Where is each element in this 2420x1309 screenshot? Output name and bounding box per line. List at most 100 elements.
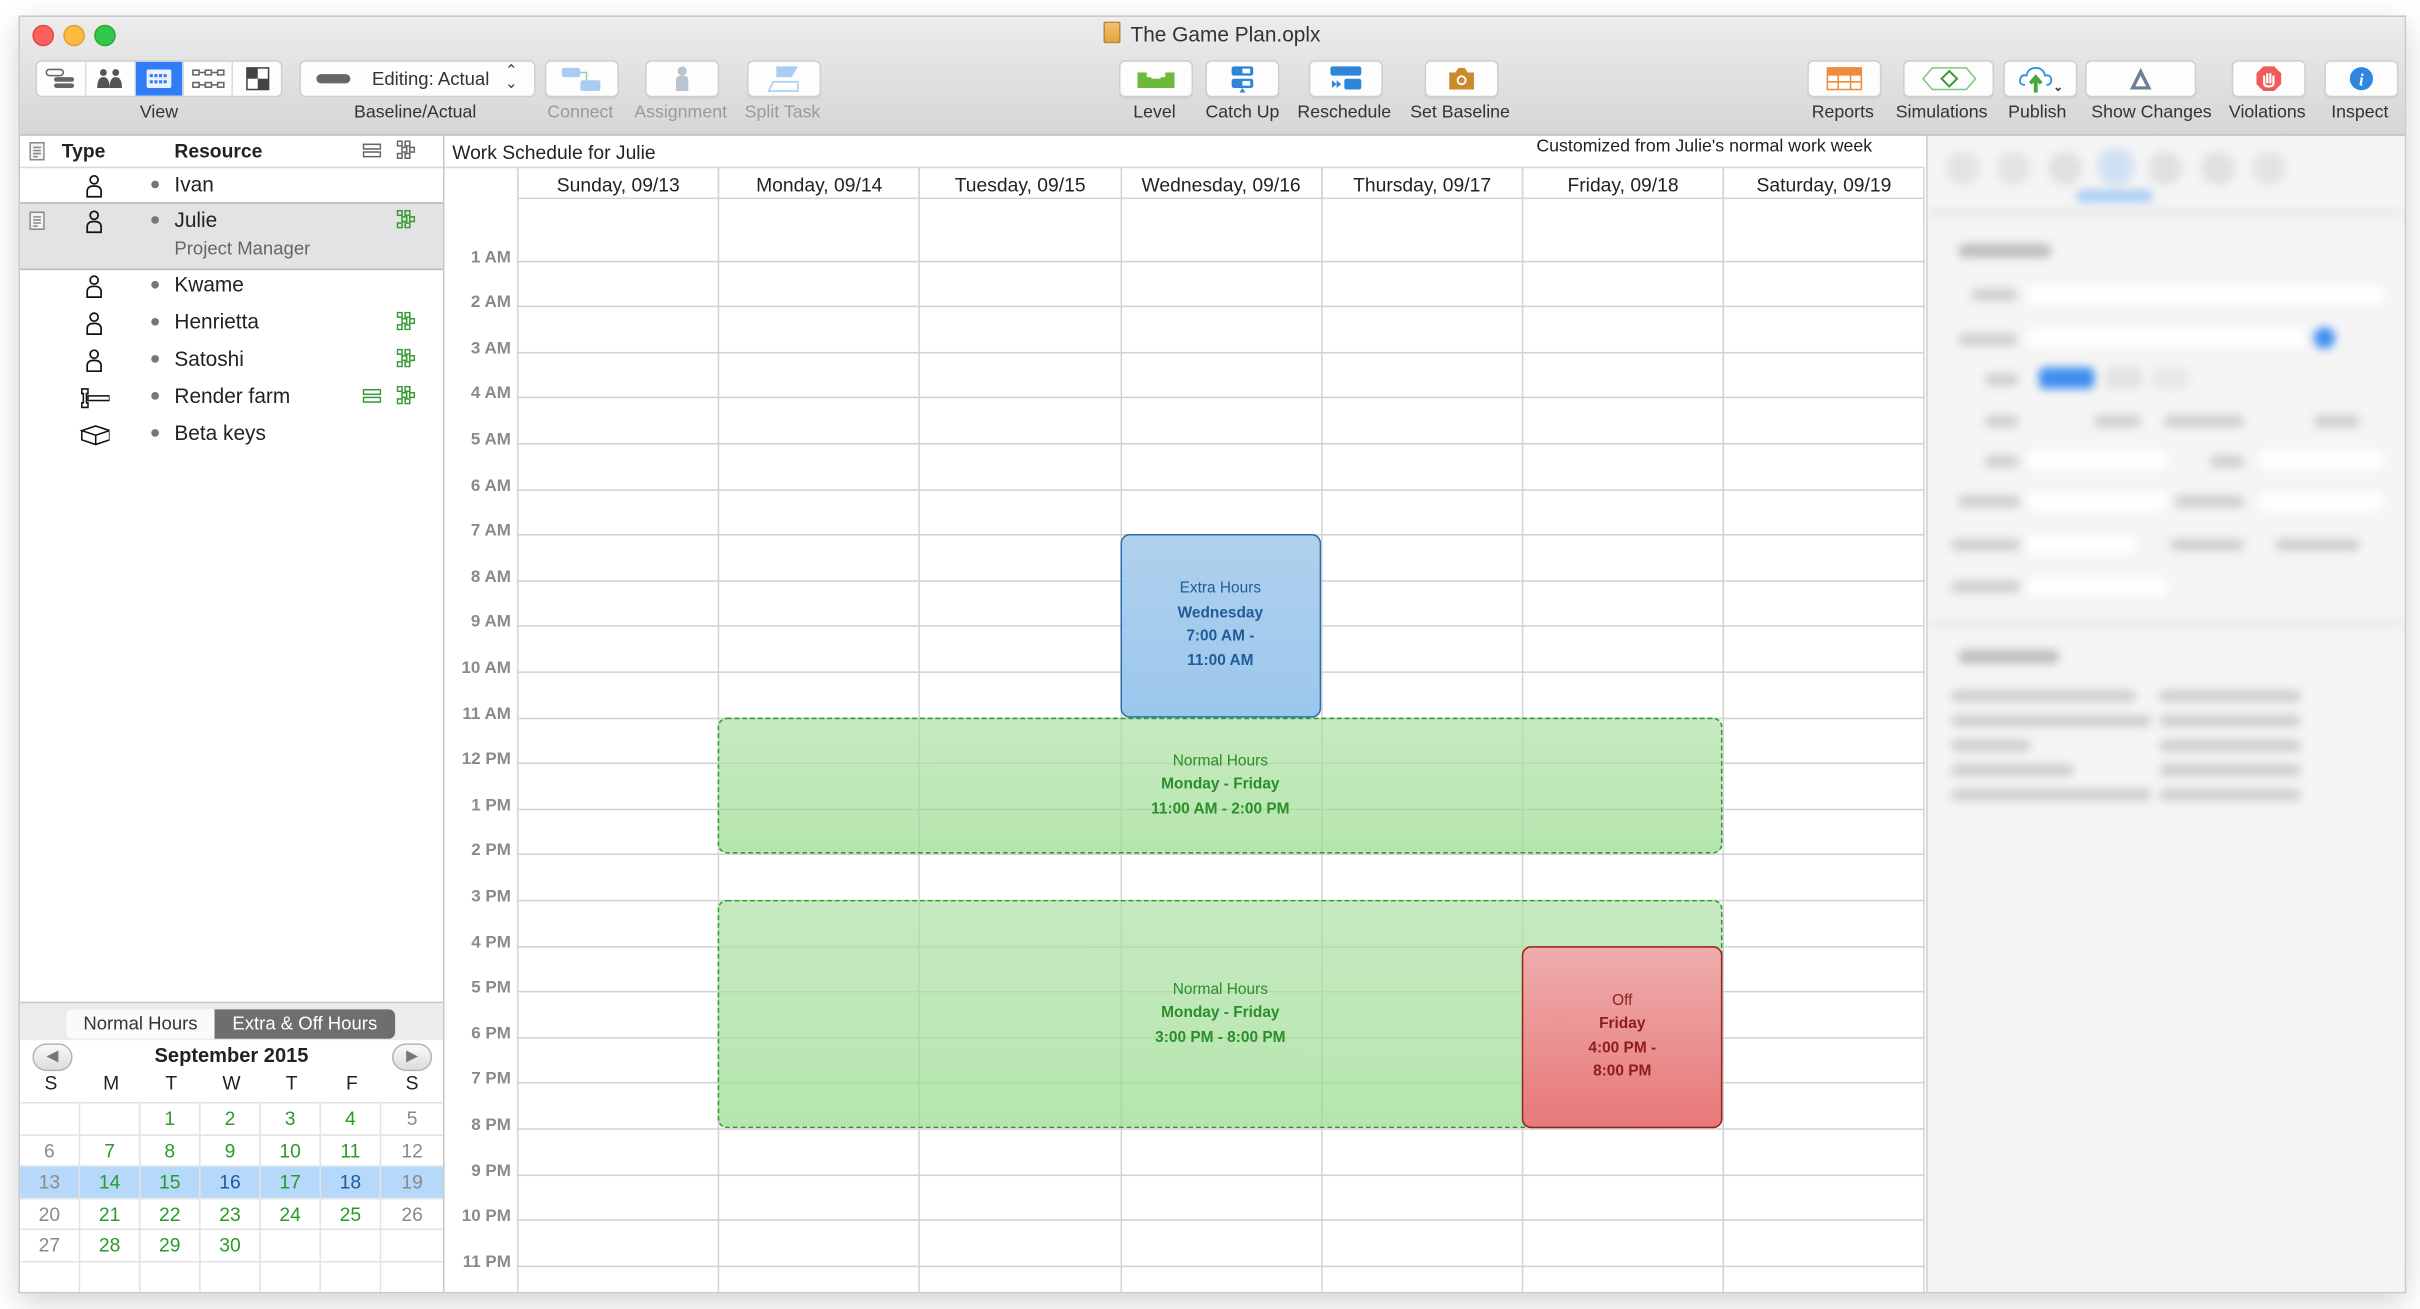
calendar-day[interactable]: 30 — [200, 1230, 261, 1262]
violations-button[interactable] — [2231, 60, 2306, 98]
calendar-day[interactable]: 27 — [20, 1230, 81, 1262]
day-header[interactable]: Thursday, 09/17 — [1320, 168, 1522, 200]
calendar-day[interactable]: 22 — [140, 1198, 201, 1231]
next-month-button[interactable]: ▶ — [392, 1043, 433, 1072]
inspector-tab-icon[interactable] — [1946, 151, 1981, 186]
calendar-day[interactable]: 25 — [321, 1198, 382, 1231]
calendar-column-icon[interactable] — [396, 140, 416, 159]
inspector-segment[interactable] — [2105, 367, 2143, 389]
simulations-button[interactable] — [1903, 60, 1995, 98]
inspector-tab-icon[interactable] — [2148, 151, 2183, 186]
resource-row[interactable]: Julie Project Manager — [20, 202, 443, 271]
day-header[interactable]: Saturday, 09/19 — [1722, 168, 1924, 200]
inspector-field[interactable] — [2259, 450, 2384, 470]
resource-view-button[interactable] — [86, 61, 136, 96]
catch-up-button[interactable] — [1205, 60, 1280, 98]
calendar-day[interactable]: 10 — [260, 1135, 322, 1167]
calendar-day[interactable]: 26 — [381, 1198, 443, 1231]
calendar-day[interactable]: 14 — [80, 1166, 141, 1199]
day-header[interactable]: Monday, 09/14 — [717, 168, 919, 200]
task-view-button[interactable] — [37, 61, 87, 96]
calendar-day[interactable]: 19 — [381, 1167, 443, 1199]
calendar-day[interactable]: 17 — [260, 1166, 322, 1199]
resource-row[interactable]: Render farm — [20, 380, 443, 417]
calendar-day[interactable]: 2 — [200, 1103, 261, 1136]
calendar-day[interactable]: 1 — [140, 1103, 201, 1136]
inspector-field[interactable] — [2259, 492, 2384, 511]
extra-off-hours-tab[interactable]: Extra & Off Hours — [214, 1009, 396, 1039]
resource-row[interactable]: Kwame — [20, 269, 443, 306]
network-view-button[interactable] — [184, 61, 234, 96]
resource-row[interactable]: Beta keys — [20, 417, 443, 454]
calendar-day[interactable]: 24 — [260, 1198, 322, 1231]
inspector-field[interactable] — [2028, 285, 2384, 305]
calendar-day[interactable]: 3 — [260, 1103, 322, 1136]
inspector-segment[interactable] — [2038, 367, 2095, 389]
day-header[interactable]: Wednesday, 09/16 — [1119, 168, 1321, 200]
resource-column-header[interactable]: Resource — [174, 140, 262, 162]
calendar-day[interactable]: 15 — [140, 1166, 201, 1199]
calendar-day[interactable]: 20 — [20, 1198, 81, 1231]
normal-hours-block[interactable]: Normal Hours Monday - Friday 11:00 AM - 2:… — [717, 717, 1723, 855]
resource-row[interactable]: Satoshi — [20, 343, 443, 380]
calendar-day[interactable]: 16 — [200, 1166, 261, 1199]
show-changes-button[interactable] — [2085, 60, 2197, 98]
calendar-day[interactable]: 13 — [20, 1166, 81, 1199]
reschedule-button[interactable] — [1308, 60, 1383, 98]
inspector-segment[interactable] — [2151, 367, 2189, 389]
custom-calendar-icon[interactable] — [396, 311, 416, 331]
inspect-button[interactable]: i — [2324, 60, 2399, 98]
note-icon[interactable] — [29, 211, 45, 230]
inspector-color-well[interactable] — [2313, 327, 2336, 349]
inspector-tab-icon[interactable] — [1997, 151, 2032, 186]
assignment-button[interactable] — [645, 60, 720, 98]
calendar-day[interactable]: 18 — [321, 1166, 382, 1199]
type-column-header[interactable]: Type — [62, 140, 106, 162]
inspector-tab-icon[interactable] — [2097, 148, 2135, 186]
calendar-day[interactable]: 21 — [80, 1198, 141, 1231]
inspector-tab-icon[interactable] — [2200, 151, 2235, 186]
inspector-field[interactable] — [2028, 577, 2167, 596]
calendar-day[interactable]: 28 — [80, 1230, 141, 1262]
inspector-field[interactable] — [2028, 450, 2167, 470]
day-header[interactable]: Tuesday, 09/15 — [918, 168, 1120, 200]
custom-calendar-icon[interactable] — [396, 348, 416, 368]
leveling-column-icon[interactable] — [362, 142, 382, 159]
styles-view-button[interactable] — [233, 62, 281, 96]
note-column-icon[interactable] — [29, 141, 45, 161]
day-header[interactable]: Friday, 09/18 — [1521, 168, 1723, 200]
calendar-day[interactable]: 12 — [381, 1135, 443, 1167]
split-task-button[interactable] — [747, 60, 822, 98]
extra-hours-block[interactable]: Extra Hours Wednesday 7:00 AM - 11:00 AM — [1119, 534, 1321, 718]
reports-button[interactable] — [1807, 60, 1882, 98]
inspector-field[interactable] — [2028, 492, 2167, 511]
calendar-day[interactable]: 7 — [80, 1135, 141, 1167]
custom-calendar-icon[interactable] — [396, 385, 416, 405]
calendar-day[interactable]: 4 — [321, 1103, 382, 1136]
baseline-actual-popup[interactable]: Editing: Actual ⌃ ⌄ — [299, 60, 536, 98]
calendar-day[interactable]: 29 — [140, 1230, 201, 1262]
off-hours-block[interactable]: Off Friday 4:00 PM - 8:00 PM — [1521, 945, 1723, 1129]
set-baseline-button[interactable] — [1424, 60, 1499, 98]
resource-row[interactable]: Henrietta — [20, 306, 443, 343]
view-mode-control[interactable] — [35, 60, 283, 98]
inspector-tab-icon[interactable] — [2251, 151, 2286, 186]
level-button[interactable] — [1118, 60, 1194, 98]
inspector-field[interactable] — [2028, 328, 2306, 348]
publish-button[interactable] — [2003, 60, 2078, 98]
connect-button[interactable] — [544, 60, 619, 98]
calendar-day[interactable]: 5 — [381, 1104, 443, 1136]
calendar-day[interactable]: 6 — [20, 1135, 81, 1167]
calendar-day[interactable]: 23 — [200, 1198, 261, 1231]
inspector-field[interactable] — [2028, 535, 2137, 555]
calendar-day[interactable]: 9 — [200, 1135, 261, 1167]
calendar-day[interactable]: 11 — [321, 1135, 382, 1167]
extra-block-title: Extra Hours — [1179, 580, 1262, 598]
calendar-view-button[interactable] — [135, 61, 185, 96]
resource-row[interactable]: Ivan — [20, 168, 443, 204]
inspector-tab-icon[interactable] — [2048, 151, 2083, 186]
custom-calendar-icon[interactable] — [396, 209, 416, 229]
calendar-day[interactable]: 8 — [140, 1135, 201, 1167]
normal-hours-tab[interactable]: Normal Hours — [66, 1009, 215, 1039]
day-header[interactable]: Sunday, 09/13 — [517, 168, 718, 200]
